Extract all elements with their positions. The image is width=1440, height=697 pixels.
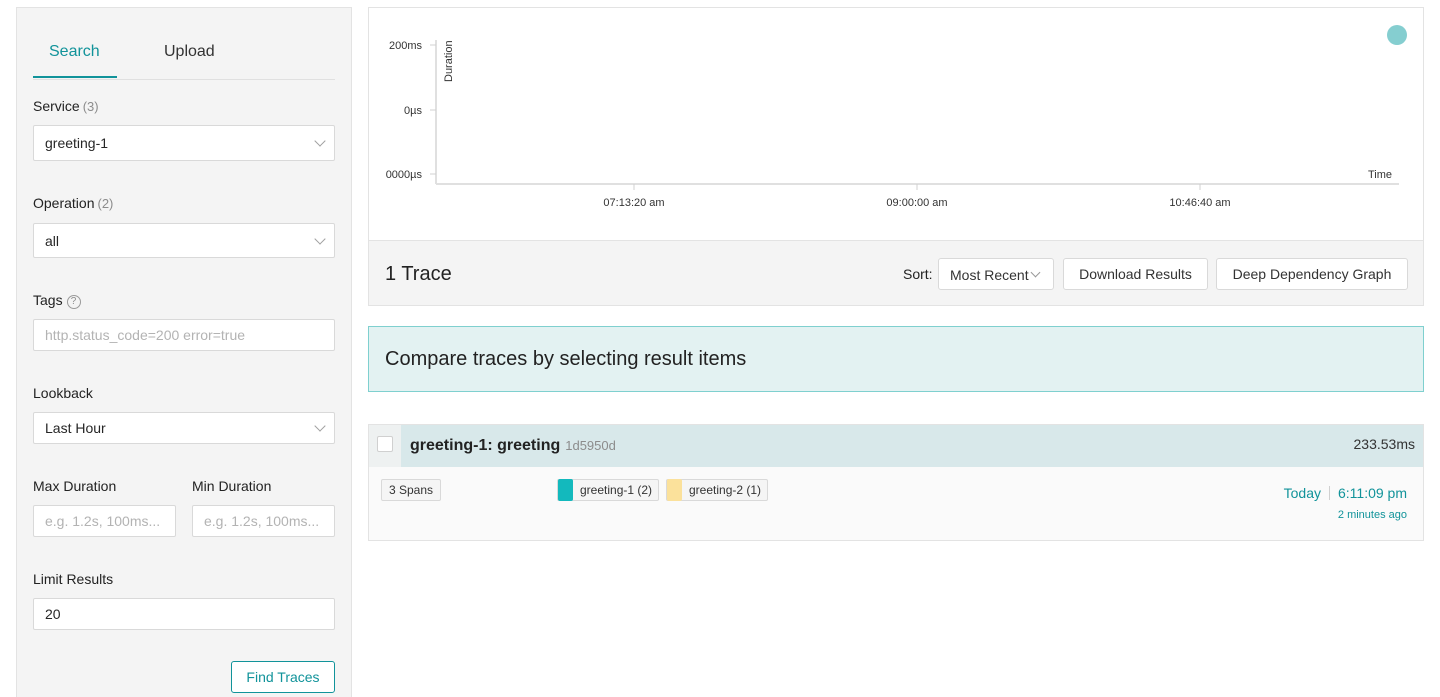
- y-tick-label: 0µs: [404, 105, 422, 117]
- service-color-swatch: [667, 479, 682, 501]
- chevron-down-icon: [314, 135, 326, 147]
- trace-relative-time: 2 minutes ago: [1337, 509, 1407, 521]
- results-header: 1 Trace Sort: Most Recent Download Resul…: [368, 240, 1424, 306]
- trace-select-checkbox[interactable]: [377, 436, 393, 452]
- trace-point: [1387, 25, 1407, 45]
- min-duration-label: Min Duration: [192, 478, 272, 494]
- lookback-select[interactable]: Last Hour: [33, 412, 335, 444]
- operation-count: (2): [97, 196, 114, 211]
- service-tag: greeting-1 (2): [557, 479, 659, 501]
- trace-select-cell: [369, 425, 401, 467]
- x-tick-label: 10:46:40 am: [1169, 197, 1230, 209]
- service-select-value: greeting-1: [45, 135, 109, 151]
- x-tick-label: 07:13:20 am: [603, 197, 664, 209]
- trace-title[interactable]: greeting-1: greeting 1d5950d: [410, 437, 616, 455]
- sort-select[interactable]: Most Recent: [938, 258, 1054, 290]
- trace-count: 1 Trace: [385, 263, 452, 285]
- trace-duration: 233.53ms: [1353, 436, 1415, 452]
- trace-result-item[interactable]: greeting-1: greeting 1d5950d 233.53ms 3 S…: [368, 424, 1424, 541]
- max-duration-input[interactable]: e.g. 1.2s, 100ms...: [33, 505, 176, 537]
- chevron-down-icon: [1030, 267, 1041, 278]
- chevron-down-icon: [314, 232, 326, 245]
- trace-scatter-plot: 200ms 0µs 0000µs 07:13:20 am 09:00:00 am 10:4…: [368, 7, 1424, 241]
- help-icon[interactable]: ?: [66, 295, 81, 309]
- lookback-select-value: Last Hour: [45, 420, 106, 436]
- min-duration-input[interactable]: e.g. 1.2s, 100ms...: [192, 505, 335, 537]
- trace-date: Today: [1283, 485, 1321, 501]
- sort-label: Sort:: [903, 266, 933, 282]
- operation-label: Operation (2): [33, 195, 114, 211]
- trace-timestamp: Today 6:11:09 pm: [1284, 485, 1407, 501]
- x-axis-label: Time: [1368, 169, 1392, 181]
- search-tabs: Search Upload: [33, 8, 335, 80]
- span-count-badge: 3 Spans: [381, 479, 441, 501]
- service-count: (3): [82, 99, 99, 114]
- deep-dependency-graph-button[interactable]: Deep Dependency Graph: [1216, 258, 1408, 290]
- compare-banner: Compare traces by selecting result items: [368, 326, 1424, 392]
- active-tab-indicator: [33, 76, 117, 78]
- trace-result-header[interactable]: greeting-1: greeting 1d5950d 233.53ms: [369, 425, 1423, 467]
- limit-results-input[interactable]: 20: [33, 598, 335, 630]
- tags-label: Tags?: [33, 292, 81, 309]
- service-label: Service (3): [33, 98, 99, 114]
- tab-search[interactable]: Search: [49, 43, 100, 61]
- lookback-label: Lookback: [33, 385, 93, 401]
- max-duration-label: Max Duration: [33, 478, 117, 494]
- scatter-plot-svg: 200ms 0µs 0000µs 07:13:20 am 09:00:00 am 10:4…: [386, 25, 1407, 209]
- sort-select-value: Most Recent: [950, 267, 1029, 283]
- chevron-down-icon: [314, 420, 326, 432]
- operation-select-value: all: [45, 232, 60, 249]
- x-tick-label: 09:00:00 am: [886, 197, 947, 209]
- compare-banner-text: Compare traces by selecting result items: [385, 348, 747, 370]
- trace-id: 1d5950d: [565, 438, 616, 453]
- service-tag: greeting-2 (1): [666, 479, 768, 501]
- y-tick-label: 0000µs: [386, 169, 423, 181]
- service-color-swatch: [558, 479, 573, 501]
- y-tick-label: 200ms: [389, 40, 423, 52]
- limit-results-label: Limit Results: [33, 571, 114, 587]
- tags-input[interactable]: http.status_code=200 error=true: [33, 319, 335, 351]
- tab-upload[interactable]: Upload: [164, 43, 215, 61]
- trace-time: 6:11:09 pm: [1337, 485, 1407, 501]
- operation-select[interactable]: all: [33, 223, 335, 258]
- find-traces-button[interactable]: Find Traces: [231, 661, 335, 693]
- y-axis-label: Duration: [443, 40, 455, 82]
- service-select[interactable]: greeting-1: [33, 125, 335, 161]
- download-results-button[interactable]: Download Results: [1063, 258, 1208, 290]
- search-panel: Search Upload Service (3) greeting-1 Oper…: [16, 7, 352, 697]
